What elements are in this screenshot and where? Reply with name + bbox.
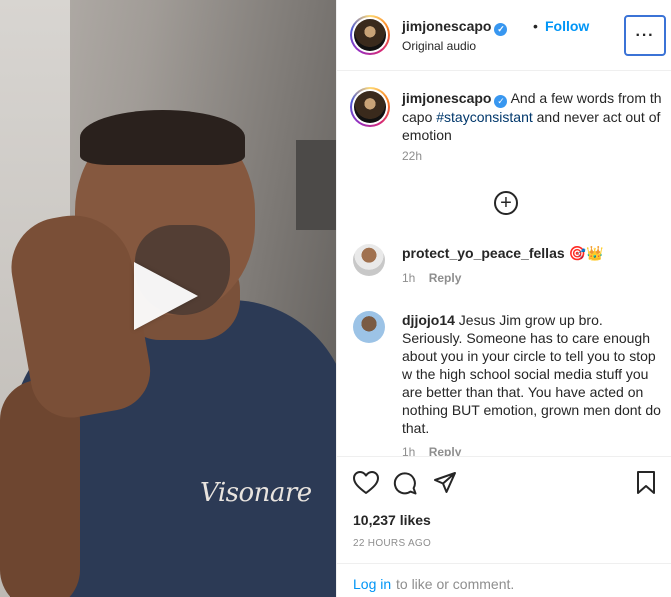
- comment-text: djjojo14 Jesus Jim grow up bro. Seriousl…: [402, 311, 664, 437]
- instagram-post: Visonare jimjonescapo ✓ • Follow Original…: [0, 0, 671, 597]
- comment-username[interactable]: djjojo14: [402, 312, 455, 328]
- comment-username[interactable]: protect_yo_peace_fellas: [402, 245, 565, 261]
- add-circle-icon[interactable]: +: [494, 191, 518, 215]
- verified-icon: ✓: [494, 95, 508, 108]
- verified-icon: ✓: [494, 23, 508, 36]
- post-side-panel: jimjonescapo ✓ • Follow Original audio ··…: [336, 0, 671, 597]
- author-avatar[interactable]: [350, 15, 390, 55]
- commenter-avatar[interactable]: [353, 311, 385, 343]
- audio-label[interactable]: Original audio: [402, 39, 476, 53]
- share-icon[interactable]: [433, 471, 457, 495]
- caption-text: jimjonescapo ✓ And a few words from th ca…: [402, 89, 662, 144]
- bookmark-icon[interactable]: [636, 471, 656, 495]
- play-icon[interactable]: [134, 262, 198, 330]
- author-username[interactable]: jimjonescapo ✓: [402, 18, 508, 36]
- heart-icon[interactable]: [353, 471, 379, 495]
- caption-hashtag[interactable]: #stayconsistant: [436, 109, 533, 125]
- comment-body: Jesus Jim grow up bro. Seriously. Someon…: [402, 312, 661, 436]
- shirt-logo-text: Visonare: [200, 478, 312, 508]
- post-header: jimjonescapo ✓ • Follow Original audio ··…: [337, 0, 671, 71]
- post-actions: 10,237 likes 22 HOURS AGO Log in to like…: [337, 456, 671, 597]
- caption-time[interactable]: 22h: [402, 149, 422, 163]
- caption-avatar[interactable]: [350, 87, 390, 127]
- like-count[interactable]: 10,237 likes: [353, 512, 431, 528]
- comment-meta: 1h Reply: [402, 271, 461, 285]
- login-prompt-text: to like or comment.: [396, 576, 515, 592]
- login-prompt: Log in to like or comment.: [337, 563, 671, 597]
- more-options-button[interactable]: ···: [624, 15, 666, 56]
- comment-time[interactable]: 1h: [402, 271, 415, 285]
- comment-icon[interactable]: [393, 471, 417, 495]
- commenter-avatar[interactable]: [353, 244, 385, 276]
- caption-username[interactable]: jimjonescapo: [402, 90, 491, 106]
- video-person-hair: [80, 110, 245, 165]
- login-link[interactable]: Log in: [353, 576, 391, 592]
- separator-dot: •: [533, 18, 538, 34]
- video-shelf: [296, 140, 336, 230]
- comment-body: 🎯👑: [568, 245, 604, 261]
- comment-text: protect_yo_peace_fellas 🎯👑: [402, 244, 664, 262]
- follow-button[interactable]: Follow: [545, 18, 589, 34]
- post-video[interactable]: Visonare: [0, 0, 336, 597]
- post-timestamp[interactable]: 22 HOURS AGO: [353, 538, 431, 549]
- reply-button[interactable]: Reply: [429, 271, 462, 285]
